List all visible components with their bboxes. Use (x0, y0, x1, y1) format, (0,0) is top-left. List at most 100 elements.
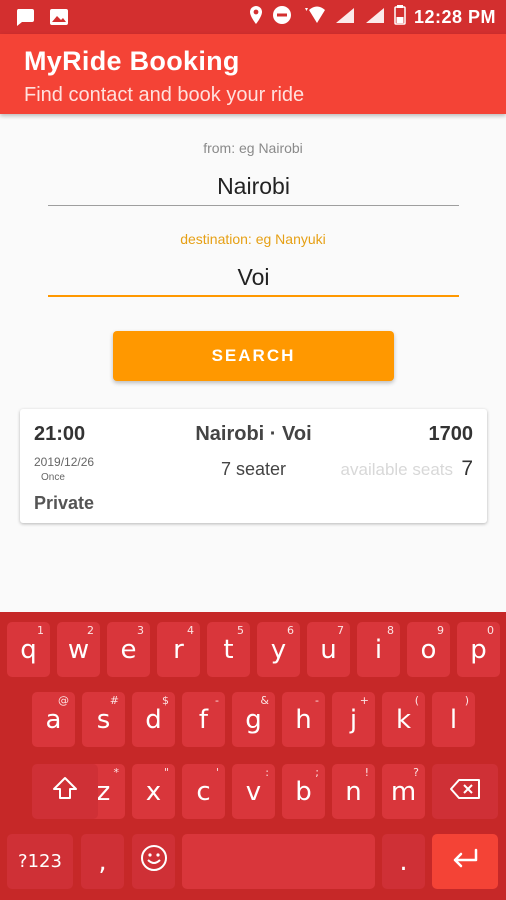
key-label: b (295, 776, 312, 807)
chat-notification-icon (14, 6, 36, 33)
key-label: t (223, 634, 234, 665)
destination-underline (48, 295, 459, 297)
available-seats-label: available seats (340, 460, 453, 479)
key-m[interactable]: ? m (382, 764, 425, 819)
key-q[interactable]: 1q (7, 622, 50, 677)
comma-key[interactable]: , (81, 834, 124, 889)
key-label: u (320, 634, 337, 665)
key-hint: : (265, 766, 269, 779)
key-h[interactable]: -h (282, 692, 325, 747)
app-bar: MyRide Booking Find contact and book you… (0, 34, 506, 114)
key-hint: ' (215, 766, 219, 779)
key-r[interactable]: 4r (157, 622, 200, 677)
key-o[interactable]: 9o (407, 622, 450, 677)
key-hint: * (113, 766, 120, 779)
soft-keyboard: 1q2w3e4r5t6y7u8i9o0p @ a # s $ d - f & g - h + j(k) l … (0, 612, 506, 900)
wifi-icon (300, 5, 326, 30)
key-hint: " (163, 766, 169, 779)
key-label: m (390, 776, 417, 807)
key-hint: ) (464, 694, 469, 707)
key-label: n (345, 776, 362, 807)
search-button[interactable]: SEARCH (113, 331, 394, 381)
key-label: o (420, 634, 437, 665)
key-hint: - (215, 694, 219, 707)
key-hint: & (260, 694, 269, 707)
shift-icon (52, 776, 78, 807)
key-b[interactable]: ; b (282, 764, 325, 819)
symbols-key[interactable]: ?123 (7, 834, 73, 889)
key-hint: 0 (487, 624, 494, 637)
key-hint: - (315, 694, 319, 707)
key-f[interactable]: -f (182, 692, 225, 747)
key-i[interactable]: 8i (357, 622, 400, 677)
ride-result-card[interactable]: Nairobi · Voi 21:00 1700 2019/12/26 Once… (20, 409, 487, 523)
key-label: i (374, 634, 383, 665)
key-label: q (20, 634, 37, 665)
backspace-key[interactable] (432, 764, 498, 819)
key-label: x (145, 776, 162, 807)
ride-time: 21:00 (34, 423, 86, 445)
key-d[interactable]: $ d (132, 692, 175, 747)
key-label: z (96, 776, 111, 807)
key-u[interactable]: 7u (307, 622, 350, 677)
key-label: p (470, 634, 487, 665)
location-icon (248, 5, 264, 30)
enter-key[interactable] (432, 834, 498, 889)
emoji-key[interactable] (132, 834, 175, 889)
from-label: from: eg Nairobi (203, 140, 303, 156)
key-hint: @ (58, 694, 69, 707)
key-k[interactable]: (k (382, 692, 425, 747)
key-hint: 3 (137, 624, 144, 637)
key-e[interactable]: 3e (107, 622, 150, 677)
key-s[interactable]: # s (82, 692, 125, 747)
do-not-disturb-icon (272, 5, 292, 30)
key-t[interactable]: 5t (207, 622, 250, 677)
key-j[interactable]: + j (332, 692, 375, 747)
key-p[interactable]: 0p (457, 622, 500, 677)
key-label: f (198, 704, 209, 735)
key-hint: # (109, 694, 119, 707)
key-w[interactable]: 2w (57, 622, 100, 677)
key-label: j (349, 704, 358, 735)
backspace-icon (449, 777, 481, 807)
key-v[interactable]: :v (232, 764, 275, 819)
available-seats-count: 7 (461, 457, 473, 480)
key-label: d (145, 704, 162, 735)
key-label: w (67, 634, 90, 665)
signal-1-icon (334, 6, 356, 29)
key-label: l (449, 704, 458, 735)
period-key[interactable]: . (382, 834, 425, 889)
image-notification-icon (48, 6, 70, 33)
key-label: v (245, 776, 262, 807)
space-bar[interactable] (182, 834, 375, 889)
key-label: y (270, 634, 287, 665)
key-label: s (96, 704, 111, 735)
key-hint: 7 (337, 624, 344, 637)
key-y[interactable]: 6y (257, 622, 300, 677)
key-label: h (295, 704, 312, 735)
key-g[interactable]: & g (232, 692, 275, 747)
battery-icon (394, 4, 406, 30)
key-label: c (196, 776, 211, 807)
from-underline (48, 205, 459, 206)
key-hint: 4 (187, 624, 194, 637)
from-input[interactable] (48, 164, 459, 208)
key-hint: 5 (237, 624, 244, 637)
ride-type: Private (34, 493, 95, 513)
key-label: k (395, 704, 412, 735)
key-a[interactable]: @ a (32, 692, 75, 747)
key-label: r (173, 634, 184, 665)
app-subtitle: Find contact and book your ride (24, 84, 305, 106)
key-hint: ( (414, 694, 419, 707)
signal-2-icon (364, 6, 386, 29)
emoji-icon (140, 844, 168, 879)
key-c[interactable]: ' c (182, 764, 225, 819)
destination-label: destination: eg Nanyuki (180, 231, 326, 247)
key-hint: + (359, 694, 369, 707)
key-x[interactable]: " x (132, 764, 175, 819)
destination-input[interactable] (48, 255, 459, 299)
key-l[interactable]: ) l (432, 692, 475, 747)
shift-key[interactable] (32, 764, 98, 819)
enter-icon (450, 847, 480, 877)
key-n[interactable]: ! n (332, 764, 375, 819)
